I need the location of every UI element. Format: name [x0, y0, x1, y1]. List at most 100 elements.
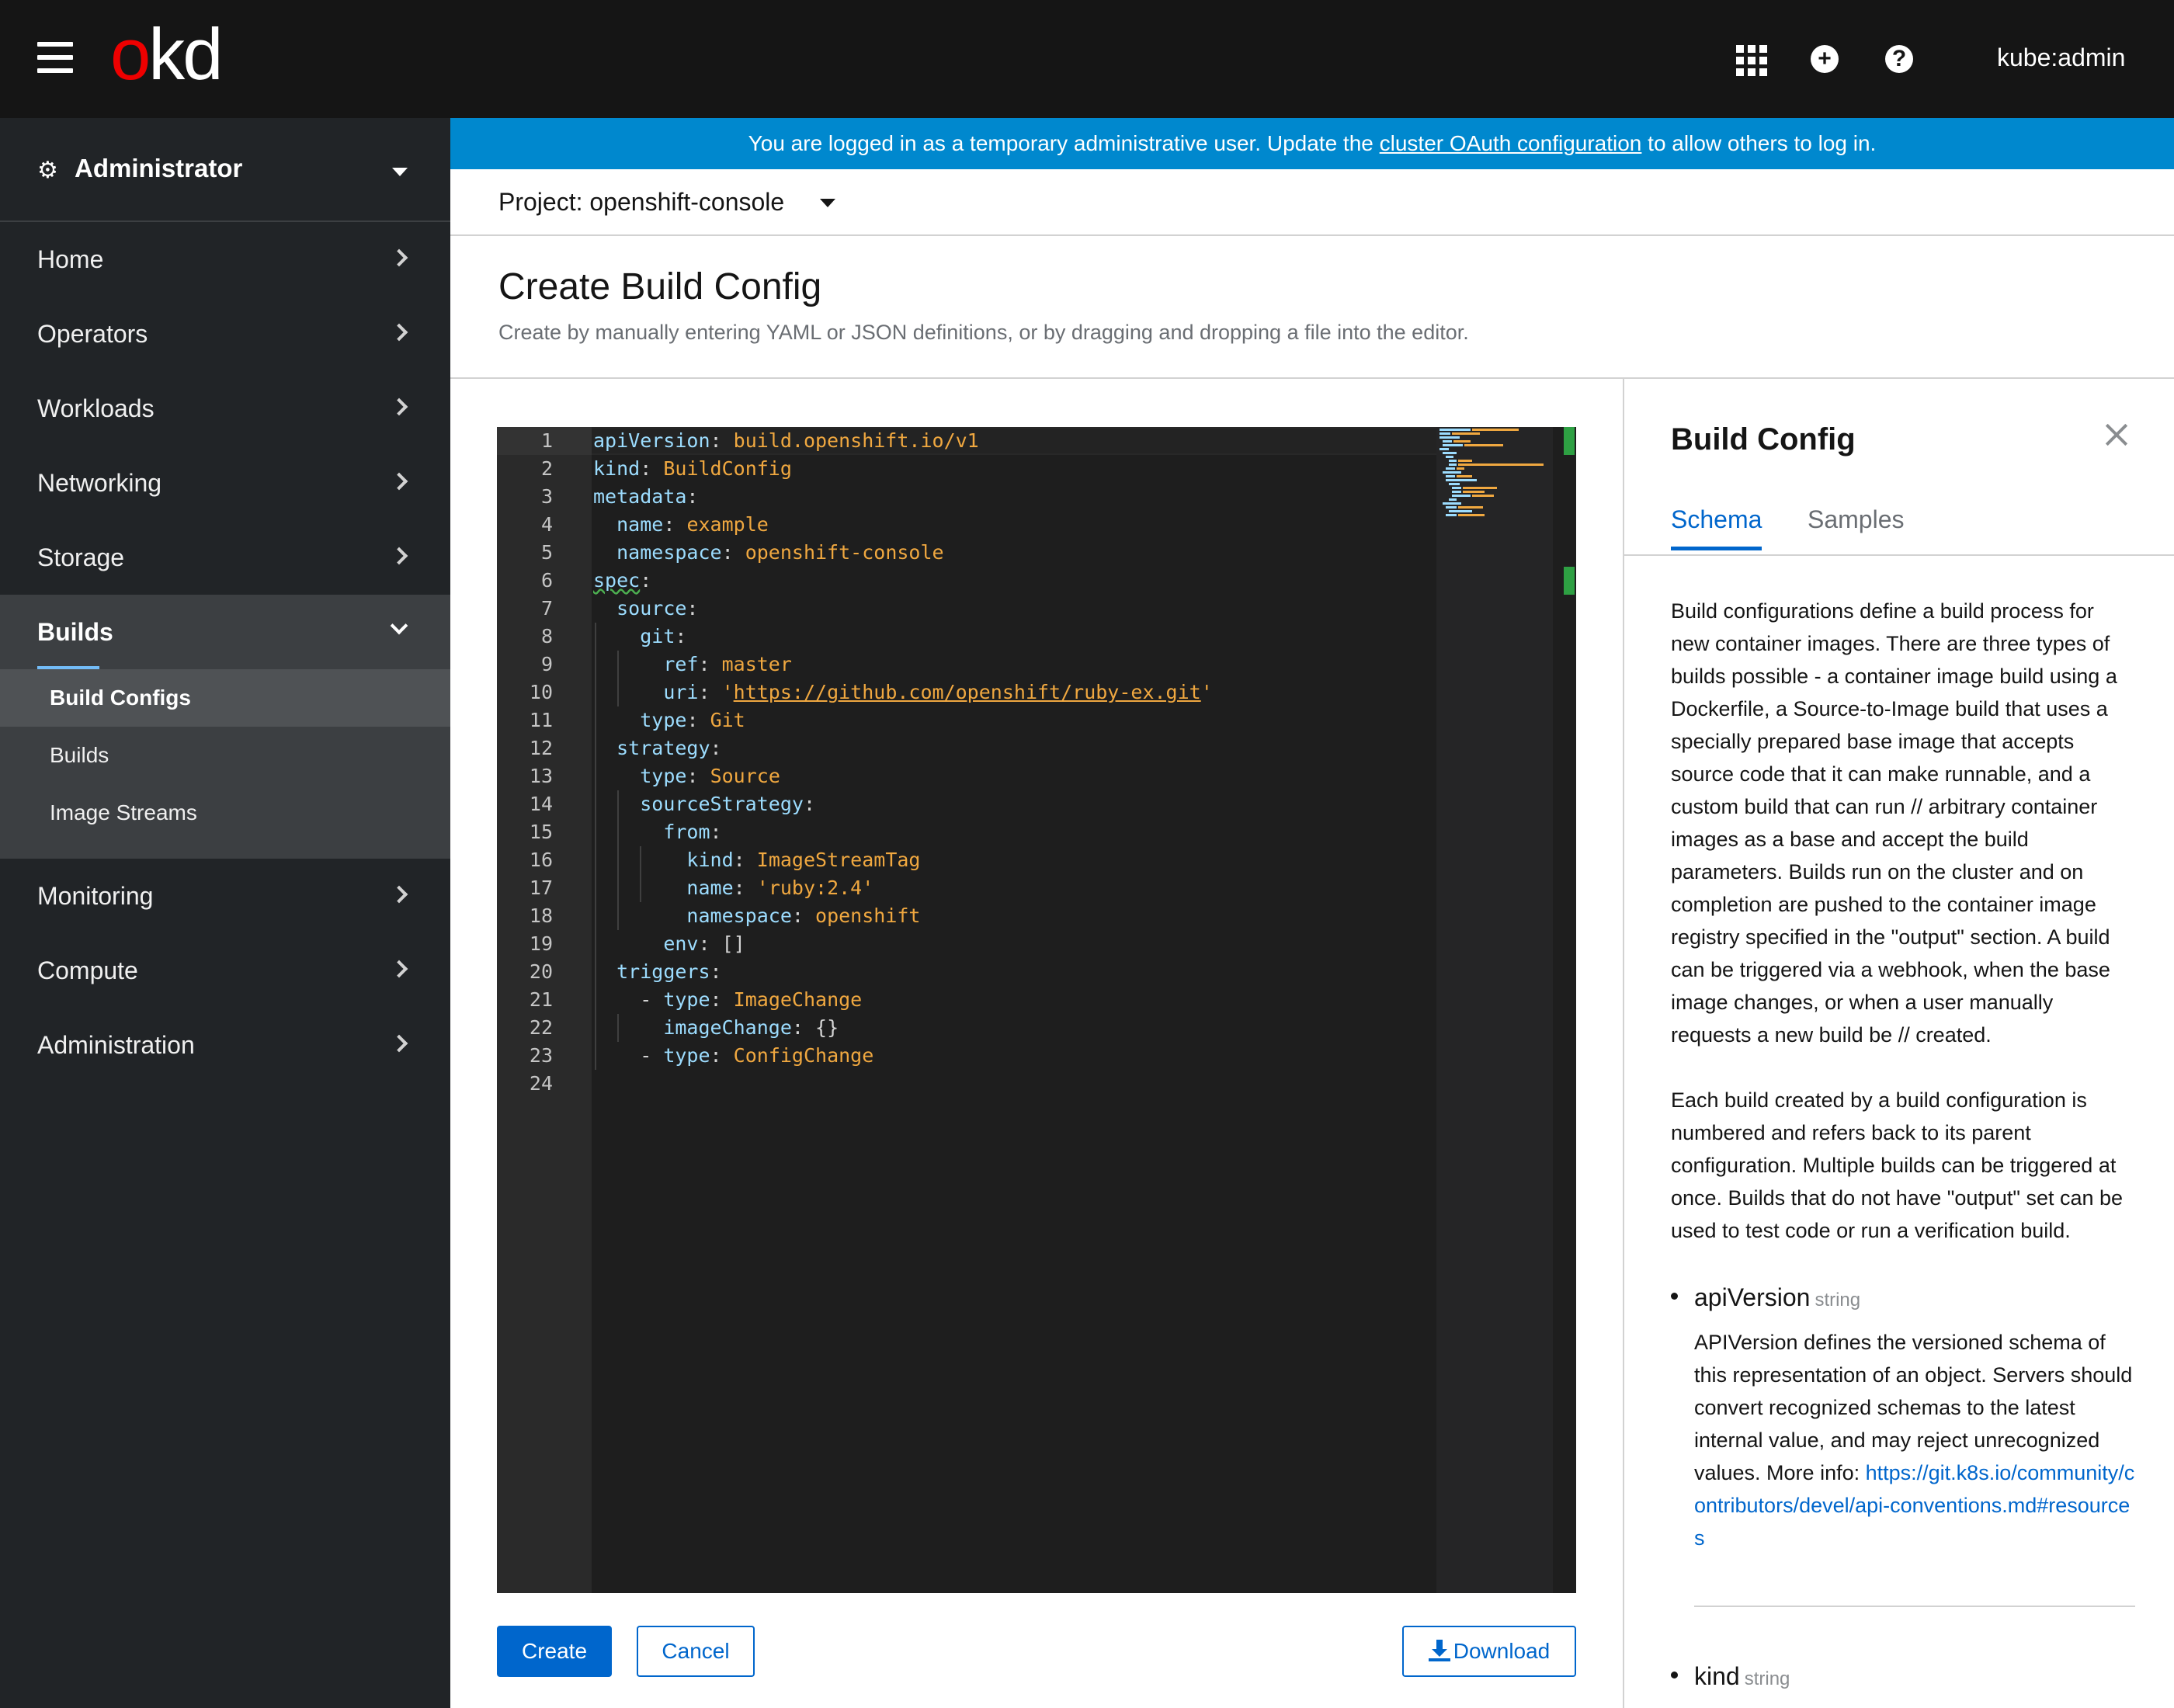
sidebar-subitem-image-streams[interactable]: Image Streams [0, 784, 450, 842]
change-marker [1564, 427, 1575, 455]
editor-minimap[interactable] [1436, 427, 1553, 1593]
code-line: sourceStrategy: [640, 793, 815, 815]
sidebar-item-workloads[interactable]: Workloads [0, 371, 450, 446]
app-launcher-icon[interactable] [1733, 42, 1767, 76]
page-heading: Create Build Config Create by manually e… [450, 236, 2174, 379]
line-number: 9 [540, 653, 553, 675]
sidebar-item-compute[interactable]: Compute [0, 933, 450, 1008]
sidebar-item-administration[interactable]: Administration [0, 1008, 450, 1082]
download-button[interactable]: Download [1402, 1626, 1576, 1677]
schema-paragraph: Each build created by a build configurat… [1671, 1088, 2124, 1242]
code-area[interactable]: apiVersion: build.openshift.io/v1 kind: … [593, 427, 1370, 1593]
schema-field: kind string [1671, 1658, 2135, 1696]
project-dropdown[interactable]: Project: openshift-console [498, 186, 784, 217]
code-line: uri: 'https://github.com/openshift/ruby-… [663, 681, 1213, 703]
code-line: type: Git [640, 709, 745, 731]
sidebar-item-home[interactable]: Home [0, 222, 450, 297]
create-button[interactable]: Create [497, 1626, 612, 1677]
sidebar-item-storage[interactable]: Storage [0, 520, 450, 595]
field-type: string [1815, 1290, 1861, 1311]
code-line: source: [616, 597, 699, 620]
line-number: 13 [529, 765, 553, 787]
code-line: env: [] [663, 932, 745, 955]
line-number: 4 [540, 513, 553, 536]
code-line: - type: ImageChange [640, 988, 863, 1011]
sidebar-item-monitoring[interactable]: Monitoring [0, 859, 450, 933]
perspective-switcher[interactable]: ⚙ Administrator [0, 118, 450, 222]
line-number: 1 [540, 429, 553, 452]
project-bar: Project: openshift-console [450, 169, 2174, 236]
line-number: 12 [529, 737, 553, 759]
chevron-right-icon [390, 1034, 408, 1053]
field-description: APIVersion defines the versioned schema … [1694, 1331, 2135, 1550]
schema-description: Build configurations define a build proc… [1671, 595, 2135, 1696]
download-icon [1428, 1640, 1450, 1661]
caret-down-icon [392, 168, 408, 176]
line-number: 7 [540, 597, 553, 620]
code-line: namespace: openshift [686, 904, 921, 927]
code-line: ref: master [663, 653, 792, 675]
line-number: 19 [529, 932, 553, 955]
temporary-admin-banner: You are logged in as a temporary adminis… [450, 118, 2174, 169]
chevron-right-icon [390, 885, 408, 904]
yaml-editor[interactable]: 1 2 3 4 5 6 7 8 9 10 11 12 13 14 15 16 1… [497, 427, 1576, 1593]
chevron-right-icon [390, 248, 408, 267]
sidebar-subitem-build-configs[interactable]: Build Configs [0, 669, 450, 727]
code-line: apiVersion: build.openshift.io/v1 [593, 429, 979, 452]
line-number: 22 [529, 1016, 553, 1039]
oauth-config-link[interactable]: cluster OAuth configuration [1380, 131, 1642, 155]
code-line: kind: BuildConfig [593, 457, 792, 480]
field-name: kind [1694, 1662, 1740, 1690]
line-number: 3 [540, 485, 553, 508]
code-line: type: Source [640, 765, 780, 787]
schema-field: apiVersion string APIVersion defines the … [1671, 1279, 2135, 1554]
line-number: 21 [529, 988, 553, 1011]
line-number: 16 [529, 849, 553, 871]
chevron-down-icon [390, 616, 408, 635]
side-panel-tabs: Schema Samples [1624, 492, 2174, 556]
okd-logo[interactable]: okd [110, 8, 224, 101]
divider [1694, 1606, 2135, 1607]
change-marker [1564, 567, 1575, 595]
code-line: name: example [616, 513, 769, 536]
line-number: 23 [529, 1044, 553, 1067]
field-name: apiVersion [1694, 1283, 1811, 1311]
line-number: 15 [529, 821, 553, 843]
code-line: triggers: [616, 960, 722, 983]
user-menu[interactable]: kube:admin [1997, 42, 2125, 73]
sidebar-subitem-builds[interactable]: Builds [0, 727, 450, 784]
line-number: 20 [529, 960, 553, 983]
code-line: git: [640, 625, 687, 647]
field-type: string [1744, 1668, 1790, 1689]
chevron-right-icon [390, 397, 408, 416]
line-number: 5 [540, 541, 553, 564]
line-number: 24 [529, 1072, 553, 1095]
sidebar-item-networking[interactable]: Networking [0, 446, 450, 520]
close-icon[interactable] [2098, 416, 2135, 453]
tab-schema[interactable]: Schema [1671, 503, 1762, 550]
line-number: 10 [529, 681, 553, 703]
code-line: kind: ImageStreamTag [686, 849, 921, 871]
sidebar-item-builds[interactable]: Builds [0, 595, 450, 670]
line-number: 14 [529, 793, 553, 815]
line-number-gutter: 1 2 3 4 5 6 7 8 9 10 11 12 13 14 15 16 1… [497, 427, 592, 1593]
plus-circle-icon[interactable]: + [1808, 42, 1842, 76]
caret-down-icon[interactable] [820, 199, 835, 207]
code-line: imageChange: {} [663, 1016, 839, 1039]
perspective-label: Administrator [75, 154, 243, 182]
tab-samples[interactable]: Samples [1808, 503, 1905, 536]
code-line: namespace: openshift-console [616, 541, 944, 564]
chevron-right-icon [390, 323, 408, 342]
line-number: 6 [540, 569, 553, 592]
hamburger-icon[interactable] [37, 42, 73, 73]
chevron-right-icon [390, 960, 408, 978]
editor-scrollbar[interactable] [1564, 427, 1576, 1593]
page-description: Create by manually entering YAML or JSON… [498, 321, 1469, 344]
gears-icon: ⚙ [37, 158, 58, 183]
line-number: 11 [529, 709, 553, 731]
sidebar-item-operators[interactable]: Operators [0, 297, 450, 371]
cancel-button[interactable]: Cancel [637, 1626, 755, 1677]
help-icon[interactable]: ? [1882, 42, 1916, 76]
code-line: spec: [593, 569, 652, 592]
line-number: 8 [540, 625, 553, 647]
